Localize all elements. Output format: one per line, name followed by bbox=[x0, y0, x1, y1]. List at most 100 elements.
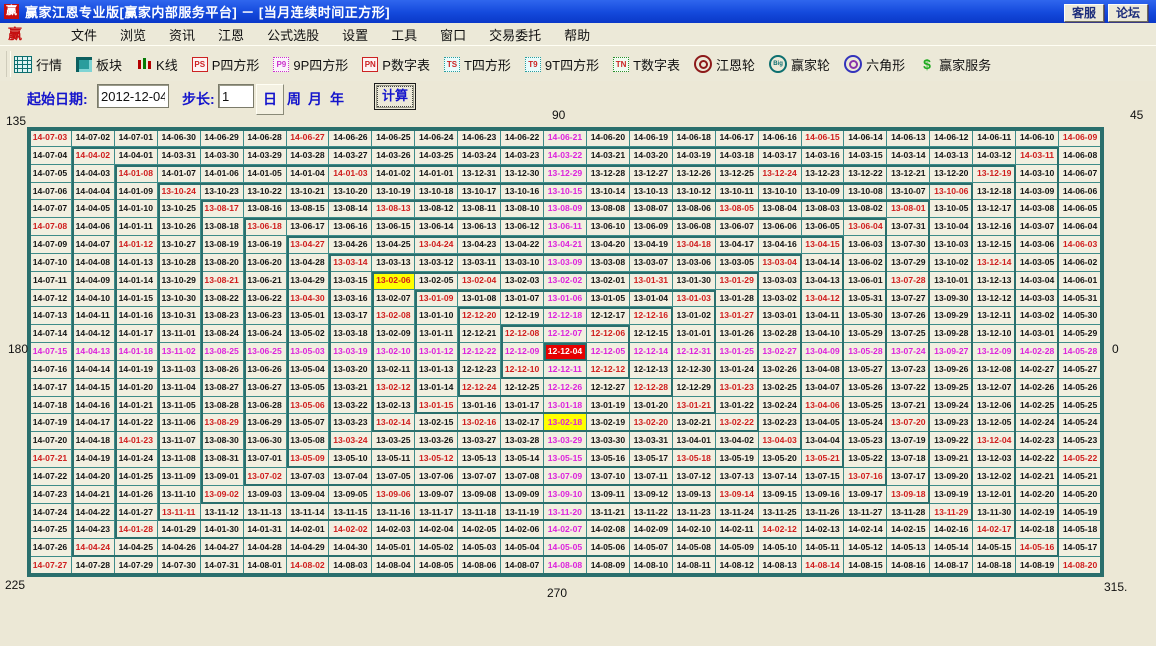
date-cell-13-10-16[interactable]: 13-10-16 bbox=[501, 182, 545, 201]
date-cell-14-02-02[interactable]: 14-02-02 bbox=[329, 521, 373, 540]
date-cell-13-05-25[interactable]: 13-05-25 bbox=[844, 396, 888, 415]
date-cell-14-05-25[interactable]: 14-05-25 bbox=[1059, 396, 1102, 415]
date-cell-13-02-28[interactable]: 13-02-28 bbox=[758, 325, 802, 344]
date-cell-14-03-10[interactable]: 14-03-10 bbox=[1016, 164, 1060, 183]
date-cell-13-12-18[interactable]: 13-12-18 bbox=[973, 182, 1017, 201]
date-cell-14-05-27[interactable]: 14-05-27 bbox=[1059, 360, 1102, 379]
date-cell-13-07-08[interactable]: 13-07-08 bbox=[501, 467, 545, 486]
date-cell-13-05-11[interactable]: 13-05-11 bbox=[372, 450, 416, 468]
date-cell-14-08-15[interactable]: 14-08-15 bbox=[844, 557, 888, 575]
date-cell-13-11-17[interactable]: 13-11-17 bbox=[415, 503, 459, 522]
date-cell-13-06-25[interactable]: 13-06-25 bbox=[243, 343, 287, 361]
date-cell-13-08-19[interactable]: 13-08-19 bbox=[200, 236, 244, 254]
date-cell-13-05-09[interactable]: 13-05-09 bbox=[286, 450, 330, 468]
date-cell-14-04-12[interactable]: 14-04-12 bbox=[71, 325, 115, 344]
date-cell-14-01-01[interactable]: 14-01-01 bbox=[415, 164, 459, 183]
date-cell-13-11-27[interactable]: 13-11-27 bbox=[844, 503, 888, 522]
date-cell-14-07-27[interactable]: 14-07-27 bbox=[29, 557, 72, 575]
date-cell-14-08-03[interactable]: 14-08-03 bbox=[329, 557, 373, 575]
date-cell-13-09-28[interactable]: 13-09-28 bbox=[930, 325, 974, 344]
date-cell-13-12-28[interactable]: 13-12-28 bbox=[586, 164, 630, 183]
date-cell-14-05-30[interactable]: 14-05-30 bbox=[1059, 307, 1102, 326]
date-cell-13-10-17[interactable]: 13-10-17 bbox=[458, 182, 502, 201]
toolbar-button-gann-wheel[interactable]: 江恩轮 bbox=[694, 55, 755, 74]
date-cell-14-05-26[interactable]: 14-05-26 bbox=[1059, 378, 1102, 397]
date-cell-14-03-27[interactable]: 14-03-27 bbox=[329, 146, 373, 165]
date-cell-13-06-20[interactable]: 13-06-20 bbox=[243, 253, 287, 272]
date-cell-13-02-07[interactable]: 13-02-07 bbox=[372, 289, 416, 308]
date-cell-12-12-14[interactable]: 12-12-14 bbox=[629, 343, 673, 361]
date-cell-13-04-23[interactable]: 13-04-23 bbox=[458, 236, 502, 254]
date-cell-13-02-19[interactable]: 13-02-19 bbox=[586, 414, 630, 433]
date-cell-13-06-15[interactable]: 13-06-15 bbox=[372, 218, 416, 237]
date-cell-13-11-11[interactable]: 13-11-11 bbox=[157, 503, 201, 522]
date-cell-14-07-30[interactable]: 14-07-30 bbox=[157, 557, 201, 575]
date-cell-12-12-12[interactable]: 12-12-12 bbox=[586, 360, 630, 379]
date-cell-13-08-03[interactable]: 13-08-03 bbox=[801, 200, 845, 219]
date-cell-14-01-22[interactable]: 14-01-22 bbox=[114, 414, 158, 433]
date-cell-13-12-05[interactable]: 13-12-05 bbox=[973, 414, 1017, 433]
menu-item-news[interactable]: 资讯 bbox=[164, 24, 200, 45]
date-cell-13-12-30[interactable]: 13-12-30 bbox=[501, 164, 545, 183]
date-cell-14-07-05[interactable]: 14-07-05 bbox=[29, 164, 72, 183]
date-cell-13-07-04[interactable]: 13-07-04 bbox=[329, 467, 373, 486]
date-cell-14-05-12[interactable]: 14-05-12 bbox=[844, 539, 888, 558]
date-cell-13-05-15[interactable]: 13-05-15 bbox=[544, 450, 587, 468]
date-cell-13-01-05[interactable]: 13-01-05 bbox=[586, 289, 630, 308]
date-cell-14-02-10[interactable]: 14-02-10 bbox=[672, 521, 716, 540]
date-cell-14-06-21[interactable]: 14-06-21 bbox=[544, 129, 587, 147]
date-cell-13-03-21[interactable]: 13-03-21 bbox=[329, 378, 373, 397]
date-cell-13-09-19[interactable]: 13-09-19 bbox=[930, 485, 974, 504]
date-cell-13-02-11[interactable]: 13-02-11 bbox=[372, 360, 416, 379]
date-cell-13-05-31[interactable]: 13-05-31 bbox=[844, 289, 888, 308]
date-cell-14-03-02[interactable]: 14-03-02 bbox=[1016, 307, 1060, 326]
date-cell-13-04-12[interactable]: 13-04-12 bbox=[801, 289, 845, 308]
date-cell-14-02-04[interactable]: 14-02-04 bbox=[415, 521, 459, 540]
date-cell-14-04-26[interactable]: 14-04-26 bbox=[157, 539, 201, 558]
date-cell-13-08-05[interactable]: 13-08-05 bbox=[715, 200, 759, 219]
date-cell-14-06-12[interactable]: 14-06-12 bbox=[930, 129, 974, 147]
date-cell-14-01-08[interactable]: 14-01-08 bbox=[114, 164, 158, 183]
date-cell-13-05-18[interactable]: 13-05-18 bbox=[672, 450, 716, 468]
date-cell-14-02-08[interactable]: 14-02-08 bbox=[586, 521, 630, 540]
date-cell-14-02-06[interactable]: 14-02-06 bbox=[501, 521, 545, 540]
date-cell-14-08-16[interactable]: 14-08-16 bbox=[887, 557, 931, 575]
date-cell-14-02-09[interactable]: 14-02-09 bbox=[629, 521, 673, 540]
date-cell-13-09-07[interactable]: 13-09-07 bbox=[415, 485, 459, 504]
date-cell-14-03-18[interactable]: 14-03-18 bbox=[715, 146, 759, 165]
date-cell-14-05-28[interactable]: 14-05-28 bbox=[1059, 343, 1102, 361]
date-cell-13-06-07[interactable]: 13-06-07 bbox=[715, 218, 759, 237]
date-cell-14-07-28[interactable]: 14-07-28 bbox=[71, 557, 115, 575]
date-cell-13-05-23[interactable]: 13-05-23 bbox=[844, 432, 888, 451]
date-cell-14-04-17[interactable]: 14-04-17 bbox=[71, 414, 115, 433]
date-cell-14-07-11[interactable]: 14-07-11 bbox=[29, 271, 72, 290]
date-cell-13-03-23[interactable]: 13-03-23 bbox=[329, 414, 373, 433]
date-cell-14-01-23[interactable]: 14-01-23 bbox=[114, 432, 158, 451]
date-cell-14-03-01[interactable]: 14-03-01 bbox=[1016, 325, 1060, 344]
date-cell-13-07-28[interactable]: 13-07-28 bbox=[887, 271, 931, 290]
date-cell-13-01-15[interactable]: 13-01-15 bbox=[415, 396, 459, 415]
date-cell-13-08-30[interactable]: 13-08-30 bbox=[200, 432, 244, 451]
date-cell-13-09-25[interactable]: 13-09-25 bbox=[930, 378, 974, 397]
date-cell-13-04-02[interactable]: 13-04-02 bbox=[715, 432, 759, 451]
date-cell-13-11-14[interactable]: 13-11-14 bbox=[286, 503, 330, 522]
date-cell-13-06-29[interactable]: 13-06-29 bbox=[243, 414, 287, 433]
date-cell-13-06-08[interactable]: 13-06-08 bbox=[672, 218, 716, 237]
date-cell-14-02-22[interactable]: 14-02-22 bbox=[1016, 450, 1060, 468]
date-cell-14-05-06[interactable]: 14-05-06 bbox=[586, 539, 630, 558]
date-cell-13-02-06[interactable]: 13-02-06 bbox=[372, 271, 416, 290]
date-cell-13-02-18[interactable]: 13-02-18 bbox=[544, 414, 587, 433]
date-cell-13-04-17[interactable]: 13-04-17 bbox=[715, 236, 759, 254]
date-cell-14-05-04[interactable]: 14-05-04 bbox=[501, 539, 545, 558]
date-cell-13-03-29[interactable]: 13-03-29 bbox=[544, 432, 587, 451]
date-cell-14-01-18[interactable]: 14-01-18 bbox=[114, 343, 158, 361]
date-cell-14-06-13[interactable]: 14-06-13 bbox=[887, 129, 931, 147]
date-cell-13-09-23[interactable]: 13-09-23 bbox=[930, 414, 974, 433]
date-cell-13-03-18[interactable]: 13-03-18 bbox=[329, 325, 373, 344]
date-cell-14-04-14[interactable]: 14-04-14 bbox=[71, 360, 115, 379]
date-cell-13-04-22[interactable]: 13-04-22 bbox=[501, 236, 545, 254]
date-cell-14-03-28[interactable]: 14-03-28 bbox=[286, 146, 330, 165]
date-cell-13-06-11[interactable]: 13-06-11 bbox=[544, 218, 587, 237]
date-cell-14-07-29[interactable]: 14-07-29 bbox=[114, 557, 158, 575]
date-cell-13-07-22[interactable]: 13-07-22 bbox=[887, 378, 931, 397]
